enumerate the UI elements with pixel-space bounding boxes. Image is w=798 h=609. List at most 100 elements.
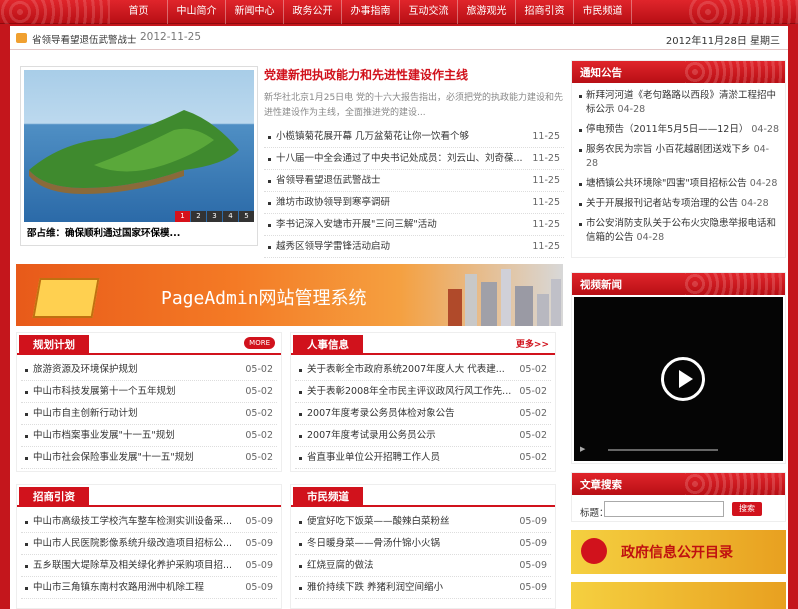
- slide-caption[interactable]: 邵占维：确保顺利通过国家环保模...: [27, 225, 180, 239]
- item-title[interactable]: 中山市自主创新行动计划: [33, 408, 138, 419]
- citizen-title[interactable]: 市民频道: [293, 487, 363, 507]
- slide-dot-2[interactable]: 2: [191, 211, 206, 222]
- nav-menu: 首页 中山简介 新闻中心 政务公开 办事指南 互动交流 旅游观光 招商引资 市民…: [110, 0, 632, 24]
- item-title[interactable]: 2007年度考录公务员体检对象公告: [307, 408, 455, 419]
- nav-item-citizen[interactable]: 市民频道: [574, 0, 632, 24]
- list-item[interactable]: 五乡联围大堤除草及相关绿化养护采购项目招... 05-09: [21, 555, 277, 577]
- gov-info-banner[interactable]: 政府信息公开目录: [571, 530, 786, 574]
- item-title[interactable]: 中山市三角镇东南村农路用洲中机除工程: [33, 582, 204, 593]
- island-photo[interactable]: [24, 70, 254, 222]
- slide-dot-1[interactable]: 1: [175, 211, 190, 222]
- list-item[interactable]: 中山市自主创新行动计划 05-02: [21, 403, 277, 425]
- video-progress-bar[interactable]: [608, 449, 718, 451]
- item-title[interactable]: 新拜河河道《老句路路以西段》清淤工程招中标公示: [586, 90, 776, 115]
- video-player[interactable]: ▶: [574, 297, 783, 461]
- list-item[interactable]: 服务农民为宗旨 小百花越剧团送戏下乡 04-28: [578, 143, 779, 171]
- play-small-icon[interactable]: ▶: [580, 445, 585, 453]
- item-date: 05-02: [519, 452, 547, 463]
- nav-item-gov-affairs[interactable]: 政务公开: [284, 0, 342, 24]
- search-button[interactable]: 搜索: [732, 502, 762, 516]
- slide-dot-3[interactable]: 3: [207, 211, 222, 222]
- news-title[interactable]: 李书记深入安塘市开展"三问三解"活动: [276, 219, 437, 230]
- list-item[interactable]: 中山市三角镇东南村农路用洲中机除工程 05-09: [21, 577, 277, 599]
- news-title[interactable]: 小榄镇菊花展开幕 几万盆菊花让你一饮看个够: [276, 131, 469, 142]
- item-title[interactable]: 停电预告（2011年5月5日——12日）: [586, 124, 748, 135]
- item-title[interactable]: 市公安消防支队关于公布火灾隐患举报电话和信箱的公告: [586, 218, 776, 243]
- headline-title[interactable]: 党建新把执政能力和先进性建设作主线: [264, 66, 564, 83]
- item-date: 05-02: [519, 364, 547, 375]
- list-item[interactable]: 十八届一中全会通过了中央书记处成员：刘云山、刘奇葆... 11-25: [264, 148, 564, 170]
- news-title[interactable]: 越秀区领导学雷锋活动启动: [276, 241, 390, 252]
- slide-dot-4[interactable]: 4: [223, 211, 238, 222]
- list-item[interactable]: 中山市社会保险事业发展"十一五"规划 05-02: [21, 447, 277, 469]
- nav-item-invest[interactable]: 招商引资: [516, 0, 574, 24]
- list-item[interactable]: 越秀区领导学雷锋活动启动 11-25: [264, 236, 564, 258]
- news-title[interactable]: 十八届一中全会通过了中央书记处成员：刘云山、刘奇葆...: [276, 153, 523, 164]
- list-item[interactable]: 停电预告（2011年5月5日——12日） 04-28: [578, 123, 779, 137]
- news-title[interactable]: 潍坊市政协领导到寒亭调研: [276, 197, 390, 208]
- item-title[interactable]: 关于表彰全市政府系统2007年度人大 代表建...: [307, 364, 505, 375]
- nav-item-guide[interactable]: 办事指南: [342, 0, 400, 24]
- focus-slideshow: 1 2 3 4 5 邵占维：确保顺利通过国家环保模...: [20, 66, 258, 246]
- list-item[interactable]: 雅价持续下跌 养猪利润空间缩小 05-09: [295, 577, 551, 599]
- list-item[interactable]: 冬日暖身菜——骨汤什锦小火锅 05-09: [295, 533, 551, 555]
- gov-info-banner-2[interactable]: [571, 582, 786, 609]
- list-item[interactable]: 2007年度考录公务员体检对象公告 05-02: [295, 403, 551, 425]
- item-title[interactable]: 中山市社会保险事业发展"十一五"规划: [33, 452, 194, 463]
- ticker-text[interactable]: 省领导看望退伍武警战士: [32, 32, 137, 46]
- top-nav: 首页 中山简介 新闻中心 政务公开 办事指南 互动交流 旅游观光 招商引资 市民…: [0, 0, 798, 24]
- video-controls[interactable]: ▶: [580, 445, 780, 455]
- list-item[interactable]: 潍坊市政协领导到寒亭调研 11-25: [264, 192, 564, 214]
- hr-title[interactable]: 人事信息: [293, 335, 363, 355]
- list-item[interactable]: 塘栖镇公共环境除"四害"项目招标公告 04-28: [578, 177, 779, 191]
- list-item[interactable]: 便宜好吃下饭菜——酸辣白菜粉丝 05-09: [295, 511, 551, 533]
- item-date: 05-09: [519, 516, 547, 527]
- nav-item-news[interactable]: 新闻中心: [226, 0, 284, 24]
- list-item[interactable]: 小榄镇菊花展开幕 几万盆菊花让你一饮看个够 11-25: [264, 126, 564, 148]
- item-title[interactable]: 旅游资源及环境保护规划: [33, 364, 138, 375]
- item-title[interactable]: 塘栖镇公共环境除"四害"项目招标公告: [586, 178, 747, 189]
- item-title[interactable]: 雅价持续下跌 养猪利润空间缩小: [307, 582, 443, 593]
- list-item[interactable]: 红烧豆腐的做法 05-09: [295, 555, 551, 577]
- list-item[interactable]: 省领导看望退伍武警战士 11-25: [264, 170, 564, 192]
- item-title[interactable]: 便宜好吃下饭菜——酸辣白菜粉丝: [307, 516, 450, 527]
- list-item[interactable]: 中山市科技发展第十一个五年规划 05-02: [21, 381, 277, 403]
- list-item[interactable]: 中山市人民医院影像系统升级改造项目招标公... 05-09: [21, 533, 277, 555]
- plan-more-button[interactable]: MORE: [244, 337, 275, 349]
- list-item[interactable]: 中山市档案事业发展"十一五"规划 05-02: [21, 425, 277, 447]
- list-item[interactable]: 新拜河河道《老句路路以西段》清淤工程招中标公示 04-28: [578, 89, 779, 117]
- plan-title[interactable]: 规划计划: [19, 335, 89, 355]
- nav-item-home[interactable]: 首页: [110, 0, 168, 24]
- item-title[interactable]: 关于开展报刊记者站专项治理的公告: [586, 198, 738, 209]
- item-title[interactable]: 服务农民为宗旨 小百花越剧团送戏下乡: [586, 144, 751, 155]
- item-title[interactable]: 省直事业单位公开招聘工作人员: [307, 452, 440, 463]
- list-item[interactable]: 市公安消防支队关于公布火灾隐患举报电话和信箱的公告 04-28: [578, 217, 779, 245]
- nav-item-intro[interactable]: 中山简介: [168, 0, 226, 24]
- item-title[interactable]: 关于表彰2008年全市民主评议政风行风工作先...: [307, 386, 511, 397]
- item-title[interactable]: 中山市档案事业发展"十一五"规划: [33, 430, 175, 441]
- nav-item-interact[interactable]: 互动交流: [400, 0, 458, 24]
- hr-more-link[interactable]: 更多>>: [516, 337, 549, 350]
- item-title[interactable]: 冬日暖身菜——骨汤什锦小火锅: [307, 538, 440, 549]
- list-item[interactable]: 李书记深入安塘市开展"三问三解"活动 11-25: [264, 214, 564, 236]
- play-icon[interactable]: [661, 357, 705, 401]
- item-title[interactable]: 五乡联围大堤除草及相关绿化养护采购项目招...: [33, 560, 232, 571]
- search-input[interactable]: [604, 501, 724, 517]
- pageadmin-banner[interactable]: PageAdmin网站管理系统: [16, 264, 563, 326]
- invest-title[interactable]: 招商引资: [19, 487, 89, 507]
- item-title[interactable]: 中山市科技发展第十一个五年规划: [33, 386, 176, 397]
- list-item[interactable]: 关于表彰2008年全市民主评议政风行风工作先... 05-02: [295, 381, 551, 403]
- list-item[interactable]: 关于表彰全市政府系统2007年度人大 代表建... 05-02: [295, 359, 551, 381]
- item-title[interactable]: 中山市高级技工学校汽车整车检测实训设备采...: [33, 516, 232, 527]
- list-item[interactable]: 旅游资源及环境保护规划 05-02: [21, 359, 277, 381]
- list-item[interactable]: 2007年度考试录用公务员公示 05-02: [295, 425, 551, 447]
- nav-item-tourism[interactable]: 旅游观光: [458, 0, 516, 24]
- list-item[interactable]: 中山市高级技工学校汽车整车检测实训设备采... 05-09: [21, 511, 277, 533]
- slide-dot-5[interactable]: 5: [239, 211, 254, 222]
- list-item[interactable]: 关于开展报刊记者站专项治理的公告 04-28: [578, 197, 779, 211]
- item-title[interactable]: 中山市人民医院影像系统升级改造项目招标公...: [33, 538, 232, 549]
- item-title[interactable]: 红烧豆腐的做法: [307, 560, 374, 571]
- list-item[interactable]: 省直事业单位公开招聘工作人员 05-02: [295, 447, 551, 469]
- item-title[interactable]: 2007年度考试录用公务员公示: [307, 430, 436, 441]
- news-title[interactable]: 省领导看望退伍武警战士: [276, 175, 381, 186]
